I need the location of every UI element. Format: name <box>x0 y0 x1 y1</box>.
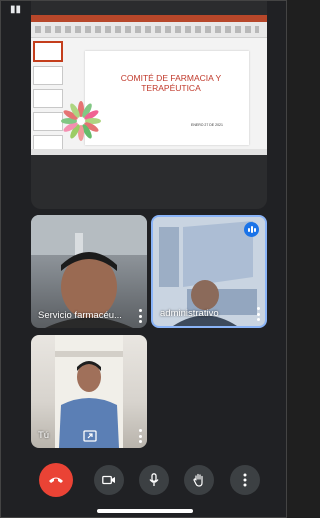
hangup-button[interactable] <box>39 463 73 497</box>
slide-thumbnail <box>33 41 63 62</box>
more-options-button[interactable] <box>137 309 143 323</box>
participant-tile[interactable]: administrativo <box>151 215 267 328</box>
call-controls <box>1 463 288 499</box>
camera-button[interactable] <box>94 465 124 495</box>
raise-hand-icon <box>193 473 203 487</box>
participant-name: Servicio farmacéu... <box>38 310 122 321</box>
slide-title-line1: COMITÉ DE FARMACIA Y <box>120 73 222 83</box>
camera-icon <box>102 475 115 485</box>
slide-subtitle: ENERO 27 DE 2021 <box>191 123 223 127</box>
slide-title: COMITÉ DE FARMACIA Y TERAPÉUTICA <box>99 73 243 93</box>
participant-name: administrativo <box>160 308 219 319</box>
more-vert-icon <box>243 473 247 487</box>
presenting-icon <box>83 430 97 442</box>
participant-tile[interactable]: Servicio farmacéu... <box>31 215 147 328</box>
phone-hangup-icon <box>49 477 63 483</box>
self-tile[interactable]: Tú <box>31 335 147 448</box>
home-indicator[interactable] <box>97 509 193 513</box>
current-slide: COMITÉ DE FARMACIA Y TERAPÉUTICA ENERO 2… <box>61 51 249 145</box>
microphone-button[interactable] <box>139 465 169 495</box>
app-frame: ▮▮ COMITÉ DE FARMACIA Y TERAPÉUTICA ENER… <box>0 0 287 518</box>
ppt-ribbon <box>31 15 267 38</box>
raise-hand-button[interactable] <box>184 465 214 495</box>
slide-title-line2: TERAPÉUTICA <box>141 83 201 93</box>
flower-logo-icon <box>61 101 101 141</box>
slide-thumbnail <box>33 66 63 85</box>
presentation-window: COMITÉ DE FARMACIA Y TERAPÉUTICA ENERO 2… <box>31 15 267 155</box>
speaking-indicator-icon <box>244 222 259 237</box>
more-options-button[interactable] <box>255 307 261 321</box>
shared-screen-panel[interactable]: COMITÉ DE FARMACIA Y TERAPÉUTICA ENERO 2… <box>31 1 267 209</box>
ppt-status-bar <box>31 149 267 155</box>
participant-name-self: Tú <box>38 430 50 441</box>
signal-icon: ▮▮ <box>10 4 22 15</box>
ppt-titlebar <box>31 15 267 22</box>
microphone-icon <box>149 473 159 486</box>
ribbon-toolbar <box>35 26 259 33</box>
more-vert-button[interactable] <box>230 465 260 495</box>
more-options-button[interactable] <box>137 429 143 443</box>
